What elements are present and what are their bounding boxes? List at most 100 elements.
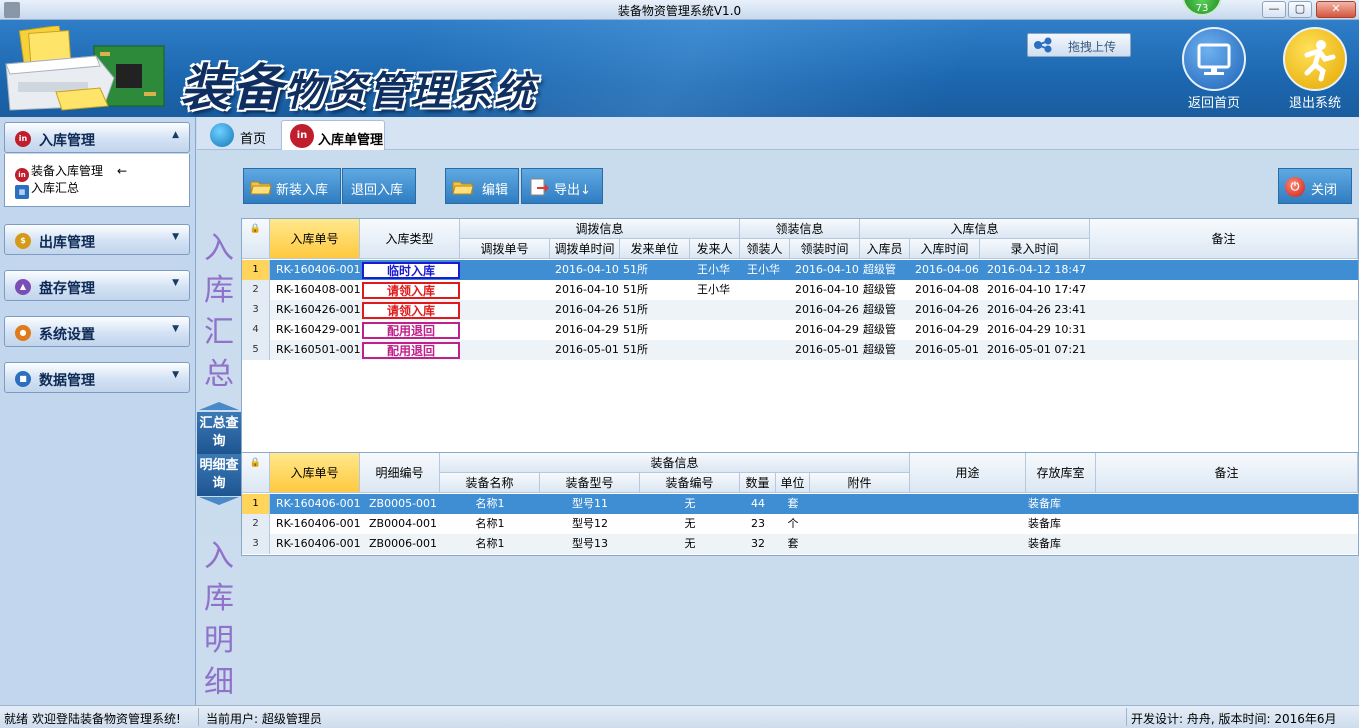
cell-alloc-time: 2016-04-10 [555,263,619,276]
cell-entry-time: 2016-04-10 17:47 [987,283,1087,296]
close-tab-button[interactable]: ⏻ 关闭 [1278,168,1352,204]
cell-order-no: RK-160429-001 [276,323,360,336]
sidebar-section-data[interactable]: ■ 数据管理 ▼ [4,362,190,393]
cell-entry-time: 2016-04-26 23:41 [987,303,1087,316]
cell-receive-time: 2016-04-10 [795,263,859,276]
col-from-unit[interactable]: 发来单位 [620,239,690,259]
col-receiver[interactable]: 领装人 [740,239,790,259]
col-operator[interactable]: 入库员 [860,239,910,259]
cell-from-unit: 51所 [623,283,648,296]
col-receive-time[interactable]: 领装时间 [790,239,860,259]
monitor-icon [1182,27,1246,91]
inbound-icon: in [290,124,314,148]
chevron-up-icon: ▲ [172,130,179,140]
detail-query-button[interactable]: 明细查询 [197,454,241,496]
col-remark[interactable]: 备注 [1096,453,1358,493]
export-button[interactable]: 导出↓ [521,168,603,204]
col-detail-no[interactable]: 明细编号 [360,453,440,493]
sidebar-item-equipment-inbound[interactable]: in 装备入库管理 ← [15,162,128,182]
col-group-equip: 装备信息 [440,453,910,473]
table-row[interactable]: 3 RK-160426-001 2016-04-26 51所 2016-04-26 超级管… [242,300,1358,320]
cell-from-unit: 51所 [623,323,648,336]
chevron-down-icon: ▼ [172,370,179,380]
folder-open-icon [250,181,272,195]
maximize-button[interactable]: ▢ [1288,1,1312,18]
cell-order-no: RK-160406-001 [276,497,360,510]
cell-receiver: 王小华 [747,263,780,276]
table-row[interactable]: 2 RK-160408-001 2016-04-10 51所 王小华 2016-04-10… [242,280,1358,300]
cell-sender [697,340,739,360]
return-inbound-button[interactable]: 退回入库 [342,168,416,204]
home-button[interactable]: 返回首页 [1180,27,1248,115]
col-name[interactable]: 装备名称 [440,473,540,493]
cell-sender: 王小华 [697,283,730,296]
chevron-down-icon: ▼ [172,324,179,334]
chevron-down-icon: ▼ [172,278,179,288]
toolbar: 新装入库 退回入库 编辑 导出↓ ⏻ 关闭 [197,150,1359,218]
cell-alloc-time: 2016-05-01 [555,343,619,356]
col-order-no[interactable]: 入库单号 [270,453,360,493]
type-badge: 配用退回 [362,322,460,339]
cell-code: 无 [684,517,696,530]
minimize-button[interactable]: — [1262,1,1286,18]
status-developer: 开发设计: 舟舟, 版本时间: 2016年6月V1.0 [1131,712,1337,728]
col-type[interactable]: 入库类型 [360,219,460,259]
col-remark[interactable]: 备注 [1090,219,1358,259]
exit-button[interactable]: 退出系统 [1281,27,1349,115]
cell-from-unit: 51所 [623,343,648,356]
new-inbound-button[interactable]: 新装入库 [243,168,341,204]
table-row[interactable]: 5 RK-160501-001 2016-05-01 51所 2016-05-01 超级管… [242,340,1358,360]
table-row[interactable]: 2 RK-160406-001 ZB0004-001 名称1 型号12 无 23 个 装备库 [242,514,1358,534]
col-attach[interactable]: 附件 [810,473,910,493]
type-badge: 临时入库 [362,262,460,279]
col-usage[interactable]: 用途 [910,453,1026,493]
inventory-icon: ▲ [15,279,31,295]
col-model[interactable]: 装备型号 [540,473,640,493]
type-badge: 请领入库 [362,282,460,299]
summary-icon: ▦ [15,185,29,199]
tab-home[interactable]: 首页 [202,120,277,150]
cell-unit: 套 [787,497,799,510]
status-ready: 就绪 [4,712,29,726]
col-unit[interactable]: 单位 [776,473,810,493]
row-number: 3 [242,534,270,554]
sidebar-section-outbound[interactable]: $ 出库管理 ▼ [4,224,190,255]
inbound-icon: in [15,131,31,147]
globe-icon [210,123,234,147]
arrow-left-icon: ← [117,164,128,178]
sidebar-section-settings[interactable]: ● 系统设置 ▼ [4,316,190,347]
table-row[interactable]: 1 RK-160406-001 ZB0005-001 名称1 型号11 无 44 套 装备库 [242,494,1358,514]
col-code[interactable]: 装备编号 [640,473,740,493]
table-row[interactable]: 3 RK-160406-001 ZB0006-001 名称1 型号13 无 32 套 装备库 [242,534,1358,554]
edit-button[interactable]: 编辑 [445,168,519,204]
upload-button[interactable]: 拖拽上传 [1027,33,1131,57]
status-bar: 就绪 欢迎登陆装备物资管理系统! 当前用户: 超级管理员 开发设计: 舟舟, 版… [0,705,1359,728]
cell-in-time: 2016-04-29 [915,323,979,336]
col-order-no[interactable]: 入库单号 [270,219,360,259]
col-alloc-no[interactable]: 调拨单号 [460,239,550,259]
cell-receiver [747,280,789,300]
col-entry-time[interactable]: 录入时间 [980,239,1090,259]
close-window-button[interactable]: ✕ [1316,1,1356,18]
users-icon: ● [15,325,31,341]
summary-grid: 🔒 入库单号 入库类型 调拨信息 调拨单号 调拨单时间 发来单位 发来人 领装信… [241,218,1359,454]
sidebar-item-inbound-summary[interactable]: ▦ 入库汇总 [15,179,79,199]
expand-down-icon[interactable] [199,497,239,505]
table-row[interactable]: 1 RK-160406-001 2016-04-10 51所 王小华 王小华 2016-04… [242,260,1358,280]
cell-detail-no: ZB0005-001 [369,497,438,510]
col-alloc-time[interactable]: 调拨单时间 [550,239,620,259]
inbound-submenu: in 装备入库管理 ← ▦ 入库汇总 [4,154,190,207]
tab-inbound-orders[interactable]: in 入库单管理 [281,120,385,150]
table-row[interactable]: 4 RK-160429-001 2016-04-29 51所 2016-04-29 超级管… [242,320,1358,340]
col-sender[interactable]: 发来人 [690,239,740,259]
col-in-time[interactable]: 入库时间 [910,239,980,259]
summary-query-button[interactable]: 汇总查询 [197,412,241,454]
col-group-alloc: 调拨信息 [460,219,740,239]
col-store[interactable]: 存放库室 [1026,453,1096,493]
sidebar-section-inventory[interactable]: ▲ 盘存管理 ▼ [4,270,190,301]
sidebar-section-inbound[interactable]: in 入库管理 ▲ [4,122,190,153]
col-qty[interactable]: 数量 [740,473,776,493]
status-current-user: 当前用户: 超级管理员 [206,712,322,726]
collapse-up-icon[interactable] [199,402,239,410]
col-group-in: 入库信息 [860,219,1090,239]
